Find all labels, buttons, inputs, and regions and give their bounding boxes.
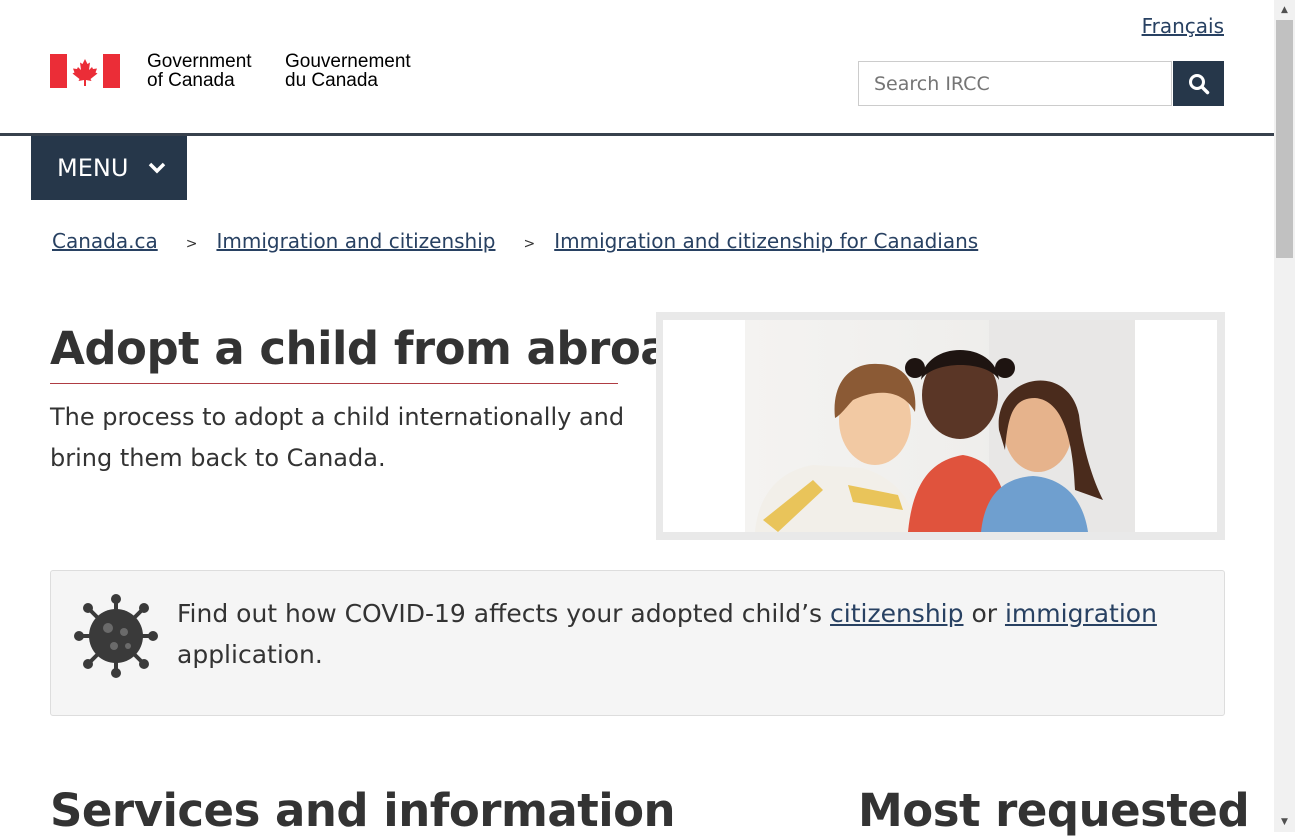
government-of-canada-wordmark-en[interactable]: Government of Canada [147, 52, 252, 90]
government-of-canada-wordmark-fr[interactable]: Gouvernement du Canada [285, 52, 411, 90]
search-button[interactable] [1173, 61, 1224, 106]
breadcrumb-separator: > [523, 236, 536, 252]
covid-alert: Find out how COVID-19 affects your adopt… [50, 570, 1225, 716]
title-underline [50, 383, 618, 384]
wordmark-en-line1: Government [147, 51, 252, 72]
search-icon [1188, 73, 1209, 94]
scroll-up-arrow-icon[interactable]: ▲ [1274, 3, 1295, 17]
hero-image [663, 320, 1217, 532]
page-lead: The process to adopt a child internation… [50, 403, 625, 472]
chevron-down-icon [148, 162, 166, 174]
alert-text-after: application. [177, 640, 323, 669]
breadcrumb-item-canada[interactable]: Canada.ca [52, 229, 158, 253]
breadcrumb: Canada.ca > Immigration and citizenship > Im… [52, 229, 978, 253]
breadcrumb-item-immigration[interactable]: Immigration and citizenship [216, 229, 495, 253]
alert-text-before: Find out how COVID-19 affects your adopt… [177, 599, 831, 628]
page-title: Adopt a child from abroad [50, 322, 702, 375]
wordmark-en-line2: of Canada [147, 70, 235, 91]
most-requested-heading: Most requested [858, 784, 1250, 837]
alert-message: Find out how COVID-19 affects your adopt… [177, 593, 1197, 675]
vertical-scrollbar[interactable]: ▲ ▼ [1274, 0, 1295, 832]
canada-flag-icon [50, 54, 120, 88]
hero-image-frame [656, 312, 1225, 540]
language-toggle-link[interactable]: Français [1142, 14, 1224, 38]
coronavirus-icon [74, 594, 158, 678]
search-input[interactable] [858, 61, 1172, 106]
citizenship-link[interactable]: citizenship [830, 599, 963, 628]
breadcrumb-item-immigration-canadians[interactable]: Immigration and citizenship for Canadian… [554, 229, 978, 253]
breadcrumb-separator: > [185, 236, 198, 252]
wordmark-fr-line1: Gouvernement [285, 51, 411, 72]
immigration-link[interactable]: immigration [1005, 599, 1157, 628]
menu-label: MENU [57, 154, 129, 182]
menu-button[interactable]: MENU [31, 136, 187, 200]
header-divider [0, 133, 1274, 136]
services-heading: Services and information [50, 784, 676, 837]
alert-text-middle: or [963, 599, 1005, 628]
scrollbar-thumb[interactable] [1276, 20, 1293, 258]
scroll-down-arrow-icon[interactable]: ▼ [1274, 815, 1295, 829]
wordmark-fr-line2: du Canada [285, 70, 378, 91]
